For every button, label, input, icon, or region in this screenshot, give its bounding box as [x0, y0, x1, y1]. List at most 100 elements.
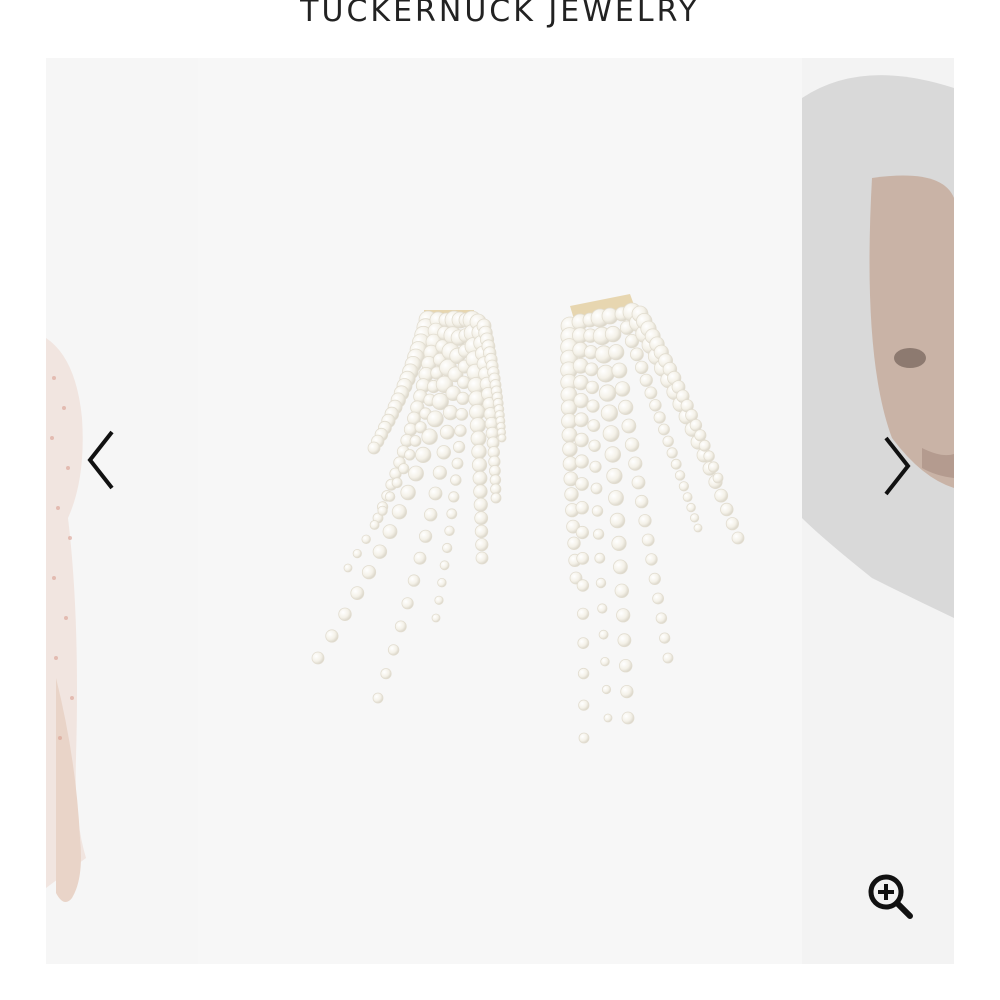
model-face-image: [802, 58, 954, 964]
pearl-bead: [369, 520, 380, 530]
pearl-bead: [652, 592, 665, 605]
pearl-bead: [653, 411, 666, 424]
pearl-bead: [614, 381, 631, 397]
pearl-bead: [361, 565, 377, 580]
pearl-bead: [628, 456, 643, 471]
pearl-bead: [595, 577, 607, 589]
pearl-bead: [574, 432, 589, 448]
pearl-bead: [591, 505, 604, 517]
pearl-bead: [311, 651, 325, 665]
pearl-bead: [471, 444, 487, 460]
pearl-bead: [597, 603, 608, 614]
pearl-bead: [437, 578, 447, 588]
pearl-bead: [648, 572, 661, 586]
pearl-bead: [448, 491, 460, 503]
pearl-bead: [398, 463, 410, 475]
pearl-bead: [703, 450, 715, 462]
pearl-bead: [725, 517, 740, 531]
pearl-bead: [338, 607, 352, 622]
pearl-bead: [564, 487, 579, 502]
pearl-bead: [614, 583, 630, 599]
pearl-bead: [604, 325, 622, 343]
pearl-bead: [587, 419, 601, 433]
pearl-bead: [439, 560, 450, 571]
previous-slide-button[interactable]: [80, 426, 124, 496]
pearl-tassel-earrings-image: [198, 58, 802, 964]
zoom-button[interactable]: [864, 870, 916, 922]
pearl-bead: [624, 437, 640, 452]
pearl-bead: [434, 595, 444, 605]
model-dress-image: [46, 58, 198, 964]
pearl-bead: [592, 528, 605, 540]
pearl-bead: [670, 458, 682, 470]
pearl-bead: [577, 667, 590, 680]
product-image-carousel[interactable]: [0, 58, 1000, 964]
pearl-bead: [423, 508, 438, 522]
pearl-bead: [394, 620, 407, 633]
pearl-bead: [401, 597, 414, 610]
pearl-bead: [666, 447, 678, 459]
pearl-bead: [456, 391, 470, 405]
pearl-bead: [635, 494, 649, 509]
pearl-bead: [698, 439, 711, 452]
pearl-bead: [635, 360, 649, 375]
pearl-bead: [576, 551, 590, 565]
pearl-bead: [361, 534, 371, 545]
pearl-bead: [655, 612, 668, 624]
current-slide-image[interactable]: [198, 58, 802, 964]
pearl-bead: [602, 425, 620, 443]
previous-slide-image[interactable]: [46, 58, 198, 964]
pearl-bead: [408, 465, 424, 482]
pearl-bead: [678, 481, 689, 492]
pearl-bead: [567, 536, 581, 551]
pearl-bead: [454, 424, 467, 437]
pearl-bead: [384, 491, 396, 502]
pearl-bead: [600, 657, 610, 667]
pearl-bead: [442, 542, 453, 554]
next-slide-button[interactable]: [874, 432, 918, 502]
pearl-bead: [662, 652, 674, 664]
pearl-bead: [442, 404, 459, 421]
pearl-bead: [596, 364, 615, 383]
pearl-bead: [693, 523, 703, 533]
pearl-bead: [372, 692, 384, 704]
pearl-bead: [474, 511, 489, 526]
pearl-bead: [415, 446, 432, 463]
pearl-bead: [662, 435, 674, 448]
pearl-bead: [600, 404, 618, 422]
pearl-bead: [451, 457, 464, 470]
pearl-bead: [431, 613, 441, 623]
pearl-bead: [682, 492, 693, 503]
pearl-bead: [407, 574, 421, 587]
pearl-bead: [576, 607, 590, 620]
pearl-bead: [714, 488, 729, 503]
pearl-bead: [658, 423, 670, 436]
pearl-bead: [471, 457, 488, 473]
pearl-bead: [617, 633, 632, 648]
pearl-bead: [444, 525, 455, 537]
pearl-bead: [475, 551, 489, 565]
pearl-bead: [343, 563, 353, 573]
pearl-bead: [589, 460, 602, 473]
pearl-bead: [577, 637, 590, 649]
pearl-bead: [450, 474, 462, 486]
pearl-bead: [608, 344, 625, 361]
pearl-bead: [594, 552, 606, 564]
pearl-bead: [620, 684, 634, 699]
pearl-bead: [391, 504, 407, 520]
pearl-bead: [573, 392, 589, 409]
pearl-bead: [731, 531, 745, 545]
next-slide-image[interactable]: [802, 58, 954, 964]
pearl-bead: [629, 347, 644, 362]
pearl-bead: [426, 410, 444, 428]
pearl-bead: [575, 501, 589, 515]
pearl-bead: [689, 513, 700, 523]
pearl-bead: [720, 502, 734, 517]
pearl-bead: [707, 461, 720, 473]
pearl-bead: [562, 441, 578, 457]
pearl-bead: [439, 424, 455, 440]
pearl-bead: [432, 465, 447, 480]
pearl-bead: [474, 524, 489, 539]
pearl-bead: [473, 497, 488, 512]
pearl-bead: [609, 512, 626, 529]
